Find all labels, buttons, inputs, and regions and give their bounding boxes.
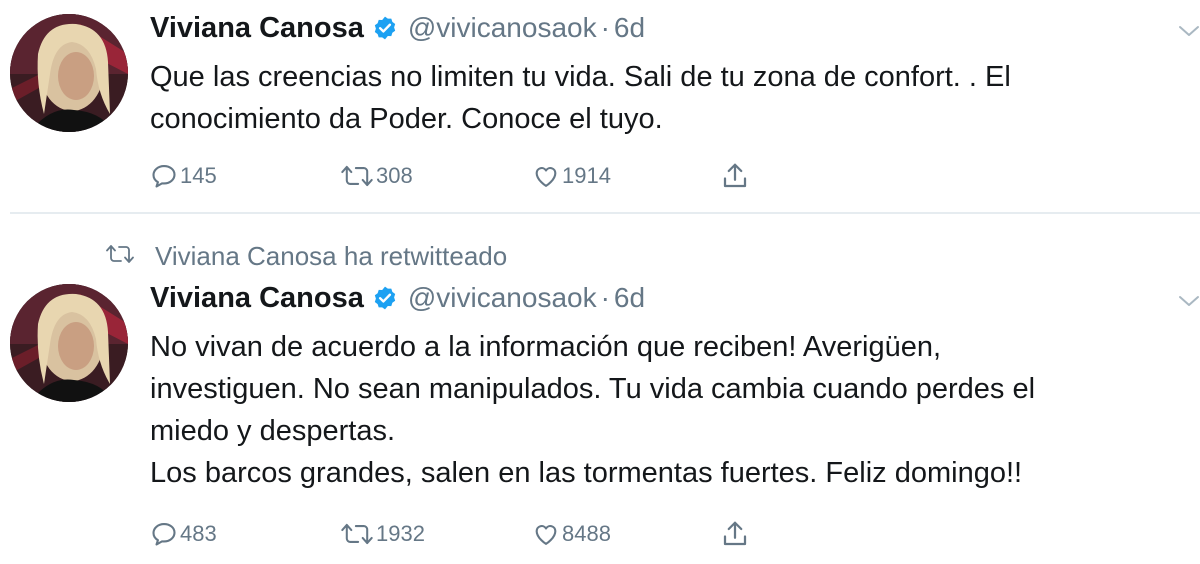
tweet-text-line: No vivan de acuerdo a la información que…: [150, 331, 942, 363]
retweet-icon: [340, 162, 374, 190]
tweet-text: Que las creencias no limiten tu vida. Sa…: [150, 56, 1180, 140]
share-button[interactable]: [720, 519, 750, 549]
share-icon: [720, 519, 750, 549]
tweet[interactable]: Viviana Canosa @vivicanosaok · 6d Que la…: [0, 0, 1200, 212]
avatar[interactable]: [10, 14, 128, 132]
author-name[interactable]: Viviana Canosa: [150, 282, 364, 315]
retweet-context[interactable]: Viviana Canosa ha retwitteado: [105, 238, 507, 274]
reply-icon: [150, 162, 178, 190]
tweet-text-line: investiguen. No sean manipulados. Tu vid…: [150, 373, 1036, 405]
reply-button[interactable]: 145: [150, 161, 217, 191]
like-icon: [532, 162, 560, 190]
tweet-text-line: Que las creencias no limiten tu vida. Sa…: [150, 61, 1011, 93]
share-icon: [720, 161, 750, 191]
retweet-count: 308: [376, 163, 413, 188]
share-button[interactable]: [720, 161, 750, 191]
separator-dot: ·: [600, 282, 610, 313]
reply-button[interactable]: 483: [150, 519, 217, 549]
tweet-timestamp[interactable]: 6d: [614, 282, 645, 314]
like-count: 8488: [562, 521, 611, 546]
tweet-timestamp[interactable]: 6d: [614, 12, 645, 44]
retweet-count: 1932: [376, 521, 425, 546]
tweet-text-line: Los barcos grandes, salen en las torment…: [150, 457, 1023, 489]
like-icon: [532, 520, 560, 548]
verified-badge-icon: [372, 15, 398, 41]
avatar[interactable]: [10, 284, 128, 402]
reply-count: 483: [180, 521, 217, 546]
separator-dot: ·: [600, 12, 610, 43]
tweet[interactable]: Viviana Canosa ha retwitteado Viviana Ca…: [0, 214, 1200, 564]
verified-badge-icon: [372, 285, 398, 311]
chevron-down-icon[interactable]: [1178, 24, 1200, 38]
retweet-button[interactable]: 1932: [340, 519, 425, 549]
tweet-text: No vivan de acuerdo a la información que…: [150, 326, 1180, 494]
like-count: 1914: [562, 163, 611, 188]
author-handle[interactable]: @vivicanosaok: [408, 12, 597, 44]
retweet-icon: [340, 520, 374, 548]
tweet-text-line: miedo y despertas.: [150, 415, 396, 447]
retweet-icon: [105, 242, 135, 271]
tweet-header: Viviana Canosa @vivicanosaok · 6d: [150, 278, 645, 318]
author-handle[interactable]: @vivicanosaok: [408, 282, 597, 314]
like-button[interactable]: 8488: [532, 519, 611, 549]
reply-icon: [150, 520, 178, 548]
retweeted-by-text: Viviana Canosa ha retwitteado: [155, 240, 508, 271]
like-button[interactable]: 1914: [532, 161, 611, 191]
reply-count: 145: [180, 163, 217, 188]
retweet-button[interactable]: 308: [340, 161, 413, 191]
author-name[interactable]: Viviana Canosa: [150, 12, 364, 45]
chevron-down-icon[interactable]: [1178, 294, 1200, 308]
tweet-header: Viviana Canosa @vivicanosaok · 6d: [150, 8, 645, 48]
tweet-text-line: conocimiento da Poder. Conoce el tuyo.: [150, 103, 663, 135]
